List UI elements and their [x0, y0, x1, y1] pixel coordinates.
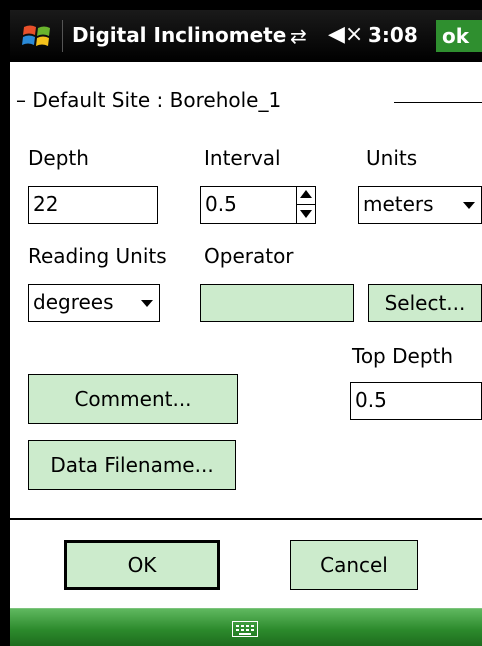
- comment-button[interactable]: Comment...: [28, 374, 238, 424]
- interval-label: Interval: [204, 146, 281, 170]
- chevron-down-icon: [141, 300, 153, 307]
- top-depth-label: Top Depth: [352, 344, 454, 368]
- interval-value: 0.5: [205, 192, 237, 216]
- interval-spinner[interactable]: [296, 186, 316, 224]
- dialog-content: – Default Site : Borehole_1 Depth Interv…: [10, 62, 482, 610]
- clock[interactable]: 3:08: [368, 23, 418, 47]
- data-filename-button[interactable]: Data Filename...: [28, 440, 236, 490]
- keyboard-icon[interactable]: [232, 621, 258, 637]
- chevron-down-icon: [463, 202, 475, 209]
- depth-label: Depth: [28, 146, 89, 170]
- site-divider: [394, 102, 482, 103]
- screen: Digital Inclinomete ⇄ ◀× 3:08 ok – Defau…: [10, 10, 482, 646]
- cancel-button[interactable]: Cancel: [290, 540, 418, 590]
- title-bar: Digital Inclinomete ⇄ ◀× 3:08 ok: [10, 10, 482, 62]
- softkey-bar: [10, 608, 482, 646]
- units-select[interactable]: meters: [358, 186, 482, 224]
- speaker-muted-icon[interactable]: ◀×: [328, 22, 363, 47]
- reading-units-select[interactable]: degrees: [28, 284, 160, 322]
- device-frame: Digital Inclinomete ⇄ ◀× 3:08 ok – Defau…: [0, 0, 482, 646]
- app-title: Digital Inclinomete: [72, 23, 287, 47]
- reading-units-value: degrees: [33, 290, 114, 314]
- spin-down-icon[interactable]: [297, 205, 316, 223]
- depth-input[interactable]: 22: [28, 186, 158, 224]
- operator-field[interactable]: [200, 284, 354, 322]
- reading-units-label: Reading Units: [28, 244, 167, 268]
- units-value: meters: [363, 192, 434, 216]
- button-divider: [10, 518, 482, 520]
- ok-button[interactable]: OK: [64, 540, 220, 590]
- site-label: – Default Site : Borehole_1: [16, 88, 282, 112]
- windows-start-icon[interactable]: [22, 21, 52, 51]
- spin-up-icon[interactable]: [297, 186, 316, 205]
- connectivity-icon[interactable]: ⇄: [290, 24, 307, 48]
- select-operator-button[interactable]: Select...: [368, 284, 482, 322]
- title-ok-button[interactable]: ok: [436, 20, 482, 52]
- top-depth-input[interactable]: 0.5: [350, 382, 482, 420]
- units-label: Units: [366, 146, 418, 170]
- operator-label: Operator: [204, 244, 294, 268]
- title-separator: [62, 20, 63, 52]
